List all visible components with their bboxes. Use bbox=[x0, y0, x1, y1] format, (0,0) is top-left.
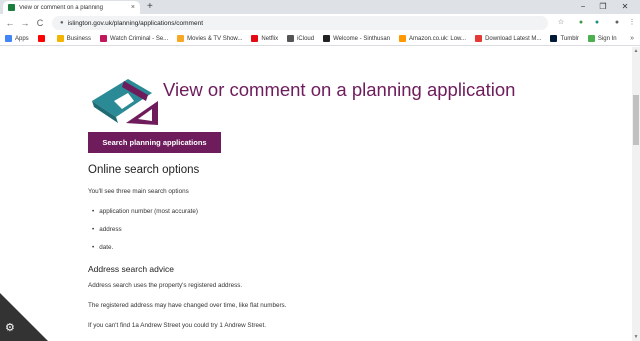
forward-button[interactable]: → bbox=[19, 17, 31, 29]
extension-icon[interactable]: ● bbox=[591, 17, 603, 29]
extension-shield-icon[interactable]: ● bbox=[575, 17, 587, 29]
bookmark-icon bbox=[251, 35, 259, 42]
bookmark-label: iCloud bbox=[297, 35, 315, 42]
bookmark-icon bbox=[56, 35, 64, 42]
close-window-button[interactable]: ✕ bbox=[615, 0, 635, 14]
address-bar[interactable]: ● bbox=[52, 16, 548, 30]
bookmark-label: Tumblr bbox=[560, 35, 579, 42]
bookmark-item[interactable]: Sign In bbox=[587, 35, 617, 42]
page-title: View or comment on a planning applicatio… bbox=[163, 79, 516, 100]
page-scrollbar[interactable]: ▲ ▼ bbox=[632, 47, 640, 341]
bookmark-icon bbox=[587, 35, 595, 42]
bookmark-icon bbox=[100, 35, 108, 42]
search-planning-applications-button[interactable]: Search planning applications bbox=[88, 132, 221, 153]
back-button[interactable]: ← bbox=[4, 17, 16, 29]
advice-text: If you can't find 1a Andrew Street you c… bbox=[88, 322, 266, 329]
bookmark-item[interactable]: Apps bbox=[5, 35, 29, 42]
scrollbar-thumb[interactable] bbox=[633, 95, 639, 145]
reload-button[interactable]: C bbox=[34, 17, 46, 29]
settings-gear-icon[interactable]: ⚙ bbox=[5, 323, 15, 334]
bookmark-icon bbox=[37, 35, 45, 42]
site-favicon-icon bbox=[8, 4, 15, 11]
bookmark-item[interactable]: Watch Criminal - Se... bbox=[100, 35, 168, 42]
lock-icon: ● bbox=[60, 20, 64, 26]
bookmark-label: Watch Criminal - Se... bbox=[110, 35, 169, 42]
profile-avatar[interactable]: ● bbox=[611, 17, 623, 29]
url-input[interactable] bbox=[67, 19, 528, 27]
title-bar: View or comment on a planning × + − ❐ ✕ bbox=[0, 0, 640, 14]
bookmark-label: Sign In bbox=[597, 35, 617, 42]
list-item: application number (most accurate) bbox=[92, 208, 198, 215]
bookmark-item[interactable]: iCloud bbox=[287, 35, 314, 42]
bookmark-item[interactable]: Welcome - Sinthusan bbox=[323, 35, 390, 42]
address-advice-heading: Address search advice bbox=[88, 264, 174, 274]
tab-title: View or comment on a planning bbox=[19, 4, 103, 11]
browser-toolbar: ← → C ● ☆ ● ● ● ⋮ bbox=[0, 14, 640, 32]
bookmark-icon bbox=[323, 35, 331, 42]
advice-text: The registered address may have changed … bbox=[88, 302, 287, 309]
intro-text: You'll see three main search options bbox=[88, 188, 189, 195]
advice-text: Address search uses the property's regis… bbox=[88, 282, 243, 289]
list-item: address bbox=[92, 226, 121, 233]
bookmark-label: Apps bbox=[15, 35, 29, 42]
scroll-down-icon[interactable]: ▼ bbox=[632, 334, 640, 340]
bookmark-item[interactable]: Business bbox=[56, 35, 92, 42]
tab-close-icon[interactable]: × bbox=[131, 4, 135, 11]
bookmark-label: Netflix bbox=[261, 35, 279, 42]
tab-planning[interactable]: View or comment on a planning × bbox=[3, 1, 140, 14]
planning-logo-icon bbox=[92, 79, 158, 125]
bookmark-label: Amazon.co.uk: Low... bbox=[409, 35, 467, 42]
bookmark-item[interactable]: Tumblr bbox=[550, 35, 579, 42]
bookmark-icon bbox=[475, 35, 483, 42]
new-tab-button[interactable]: + bbox=[147, 1, 153, 13]
bookmark-icon bbox=[550, 35, 558, 42]
bookmark-icon bbox=[399, 35, 407, 42]
bookmarks-more-button[interactable]: » bbox=[630, 35, 634, 42]
scroll-up-icon[interactable]: ▲ bbox=[632, 48, 640, 54]
bookmark-icon bbox=[287, 35, 295, 42]
online-search-heading: Online search options bbox=[88, 164, 200, 176]
bookmark-item[interactable] bbox=[37, 35, 48, 42]
menu-icon[interactable]: ⋮ bbox=[626, 17, 638, 29]
bookmark-label: Business bbox=[66, 35, 92, 42]
bookmark-label: Welcome - Sinthusan bbox=[333, 35, 391, 42]
minimize-button[interactable]: − bbox=[573, 0, 593, 14]
page-content: View or comment on a planning applicatio… bbox=[0, 47, 632, 341]
list-item: date. bbox=[92, 244, 113, 251]
bookmark-item[interactable]: Amazon.co.uk: Low... bbox=[399, 35, 466, 42]
bookmark-icon bbox=[5, 35, 12, 42]
bookmark-item[interactable]: Movies & TV Show... bbox=[177, 35, 242, 42]
bookmark-icon bbox=[177, 35, 185, 42]
bookmarks-bar: Apps Business Watch Criminal - Se... Movies… bbox=[0, 32, 640, 46]
bookmark-item[interactable]: Netflix bbox=[251, 35, 278, 42]
bookmark-star-icon[interactable]: ☆ bbox=[555, 17, 567, 29]
bookmark-label: Download Latest M... bbox=[485, 35, 542, 42]
bookmark-label: Movies & TV Show... bbox=[187, 35, 243, 42]
bookmark-item[interactable]: Download Latest M... bbox=[475, 35, 541, 42]
maximize-button[interactable]: ❐ bbox=[593, 0, 613, 14]
